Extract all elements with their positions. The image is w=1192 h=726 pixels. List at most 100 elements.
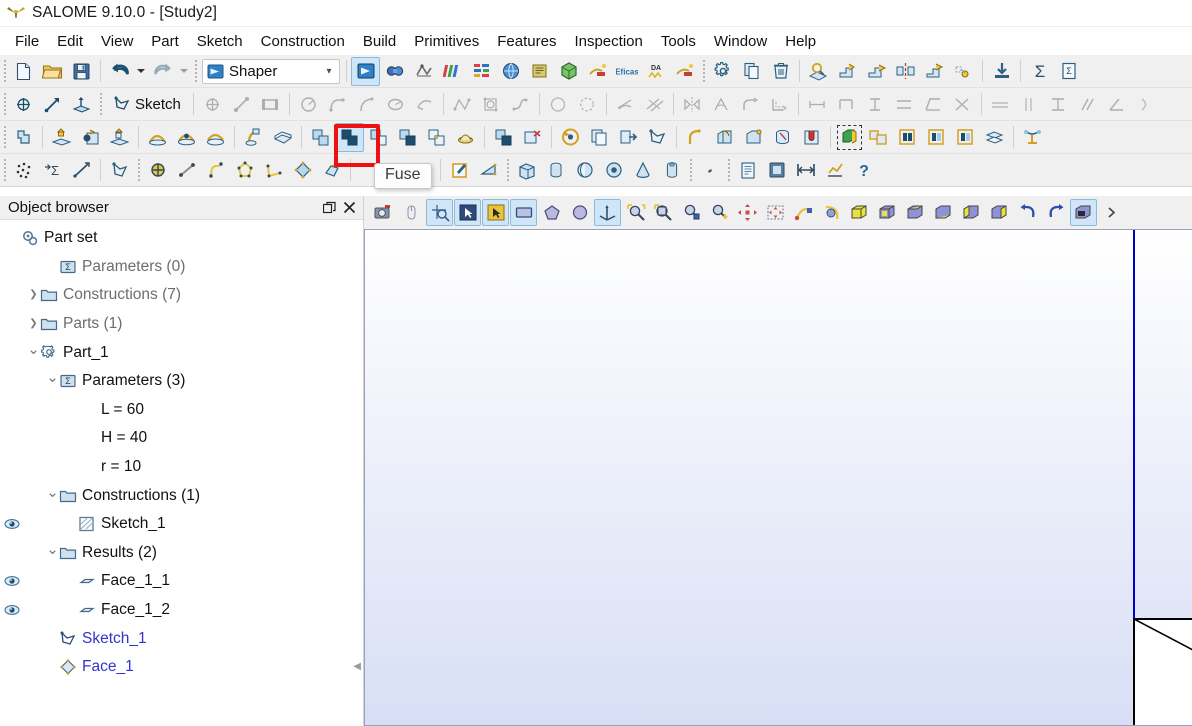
constraint-cross-button[interactable] — [948, 90, 977, 119]
sketch-interpolation-button[interactable] — [477, 90, 506, 119]
sum-construction-button[interactable]: Σ — [38, 156, 67, 185]
extrusion-button[interactable] — [47, 123, 76, 152]
tree-item-constructions-1[interactable]: ⌄ Constructions (1) — [0, 481, 363, 510]
bottom-view-icon[interactable] — [930, 199, 957, 226]
sketch-feature-button[interactable] — [643, 123, 672, 152]
constraint-mirror-button[interactable] — [678, 90, 707, 119]
module-homard-button[interactable] — [583, 57, 612, 86]
menu-edit[interactable]: Edit — [48, 31, 92, 52]
constraint-horizontal-button[interactable] — [890, 90, 919, 119]
mirror-button[interactable] — [891, 57, 920, 86]
sketch-line-button[interactable] — [227, 90, 256, 119]
chevron-down-icon[interactable]: ⌄ — [46, 370, 59, 385]
panel-collapse-handle[interactable]: ◀ — [353, 661, 361, 672]
rotate-cw-icon[interactable] — [1042, 199, 1069, 226]
toolbar-grip[interactable] — [503, 154, 512, 186]
visibility-eye-icon[interactable] — [4, 516, 20, 532]
global-pan-icon[interactable] — [762, 199, 789, 226]
constraint-perpendicular-button[interactable] — [1102, 90, 1131, 119]
module-mesh-button[interactable] — [409, 57, 438, 86]
duplicate-button[interactable] — [737, 57, 766, 86]
sketch-bspline-button[interactable] — [448, 90, 477, 119]
tree-item-part-1[interactable]: ⌄ Part_1 — [0, 338, 363, 367]
group-share-button[interactable] — [951, 123, 980, 152]
constraint-fix-button[interactable] — [1044, 90, 1073, 119]
menu-features[interactable]: Features — [488, 31, 565, 52]
tree-item-constructions-7[interactable]: ❯ Constructions (7) — [0, 281, 363, 310]
revolution-button[interactable] — [143, 123, 172, 152]
chevron-down-icon[interactable]: ⌄ — [46, 485, 59, 500]
boolean-smash-button[interactable] — [393, 123, 422, 152]
sketch-point-yellow-button[interactable] — [143, 156, 172, 185]
constraint-length-button[interactable] — [832, 90, 861, 119]
group-substraction-button[interactable] — [922, 123, 951, 152]
toolbar-grip[interactable] — [0, 55, 9, 87]
constraint-vertical-line-button[interactable] — [1015, 90, 1044, 119]
toolbar-grip[interactable] — [0, 121, 9, 153]
vertex-button[interactable] — [67, 156, 96, 185]
sketch-polyline-yellow-button[interactable] — [259, 156, 288, 185]
select-face-icon[interactable] — [482, 199, 509, 226]
fuse-button[interactable] — [335, 122, 364, 152]
constraint-parallel-button[interactable] — [640, 90, 669, 119]
constraint-more-button[interactable] — [1131, 90, 1160, 119]
fillet-feature-button[interactable] — [681, 123, 710, 152]
revolution-cut-button[interactable] — [172, 123, 201, 152]
tree-item-results-2[interactable]: ⌄ Results (2) — [0, 539, 363, 568]
scatter-transform-button[interactable] — [949, 57, 978, 86]
remove-subshapes-button[interactable] — [518, 123, 547, 152]
sketch-arc-button[interactable] — [323, 90, 352, 119]
module-notebook-button[interactable] — [525, 57, 554, 86]
constraint-fillet-button[interactable] — [736, 90, 765, 119]
select-circle-icon[interactable] — [566, 199, 593, 226]
tree-item-h-40[interactable]: H = 40 — [0, 424, 363, 453]
report-button[interactable]: Σ — [1054, 57, 1083, 86]
build-face-button[interactable] — [9, 123, 38, 152]
extrusion-cut-button[interactable] — [76, 123, 105, 152]
select-edge-icon[interactable] — [454, 199, 481, 226]
select-solid-icon[interactable] — [510, 199, 537, 226]
chevron-right-icon[interactable]: ❯ — [27, 319, 40, 329]
feature-move-button[interactable] — [862, 57, 891, 86]
constraint-offset-button[interactable] — [765, 90, 794, 119]
menu-construction[interactable]: Construction — [252, 31, 354, 52]
import-result-button[interactable] — [614, 123, 643, 152]
copy-feature-button[interactable] — [585, 123, 614, 152]
constraint-angle-button[interactable] — [707, 90, 736, 119]
revolve-feature-button[interactable] — [768, 123, 797, 152]
rotate-point-icon[interactable] — [818, 199, 845, 226]
small-marker-button[interactable] — [695, 156, 724, 185]
undo-button[interactable] — [105, 57, 134, 86]
feature-edit-button[interactable] — [833, 57, 862, 86]
transform-button[interactable] — [920, 57, 949, 86]
sketch-ellipse-button[interactable] — [381, 90, 410, 119]
reset-view-icon[interactable] — [1070, 199, 1097, 226]
sketch-spline-button[interactable] — [506, 90, 535, 119]
sketch-rectangle-button[interactable] — [256, 90, 285, 119]
back-view-icon[interactable] — [874, 199, 901, 226]
sketch-elliptic-arc-button[interactable] — [410, 90, 439, 119]
tube-primitive-button[interactable] — [657, 156, 686, 185]
module-jobmanager-button[interactable] — [496, 57, 525, 86]
distance-measure-button[interactable] — [791, 156, 820, 185]
view-more-icon[interactable] — [1098, 199, 1125, 226]
boolean-cut-button[interactable] — [306, 123, 335, 152]
zoom-icon[interactable] — [678, 199, 705, 226]
rotate-ccw-icon[interactable] — [1014, 199, 1041, 226]
revolution-fuse-button[interactable] — [201, 123, 230, 152]
toolbar-grip[interactable] — [699, 55, 708, 87]
undock-icon[interactable] — [319, 198, 339, 218]
top-view-icon[interactable] — [902, 199, 929, 226]
macro-button[interactable] — [1018, 123, 1047, 152]
toolbar-grip[interactable] — [191, 55, 200, 87]
angle-measure-button[interactable] — [474, 156, 503, 185]
object-browser-tree[interactable]: Part set Σ Parameters (0) ❯ Constructions (… — [0, 220, 363, 726]
tree-item-sketch-1[interactable]: Sketch_1 — [0, 624, 363, 653]
tree-item-face-1[interactable]: Face_1 — [0, 653, 363, 682]
groove-feature-button[interactable] — [797, 123, 826, 152]
torus-primitive-button[interactable] — [599, 156, 628, 185]
menu-tools[interactable]: Tools — [652, 31, 705, 52]
chevron-right-icon[interactable]: ❯ — [27, 290, 40, 300]
shell-button[interactable] — [268, 123, 297, 152]
viewport-3d[interactable] — [364, 229, 1192, 726]
